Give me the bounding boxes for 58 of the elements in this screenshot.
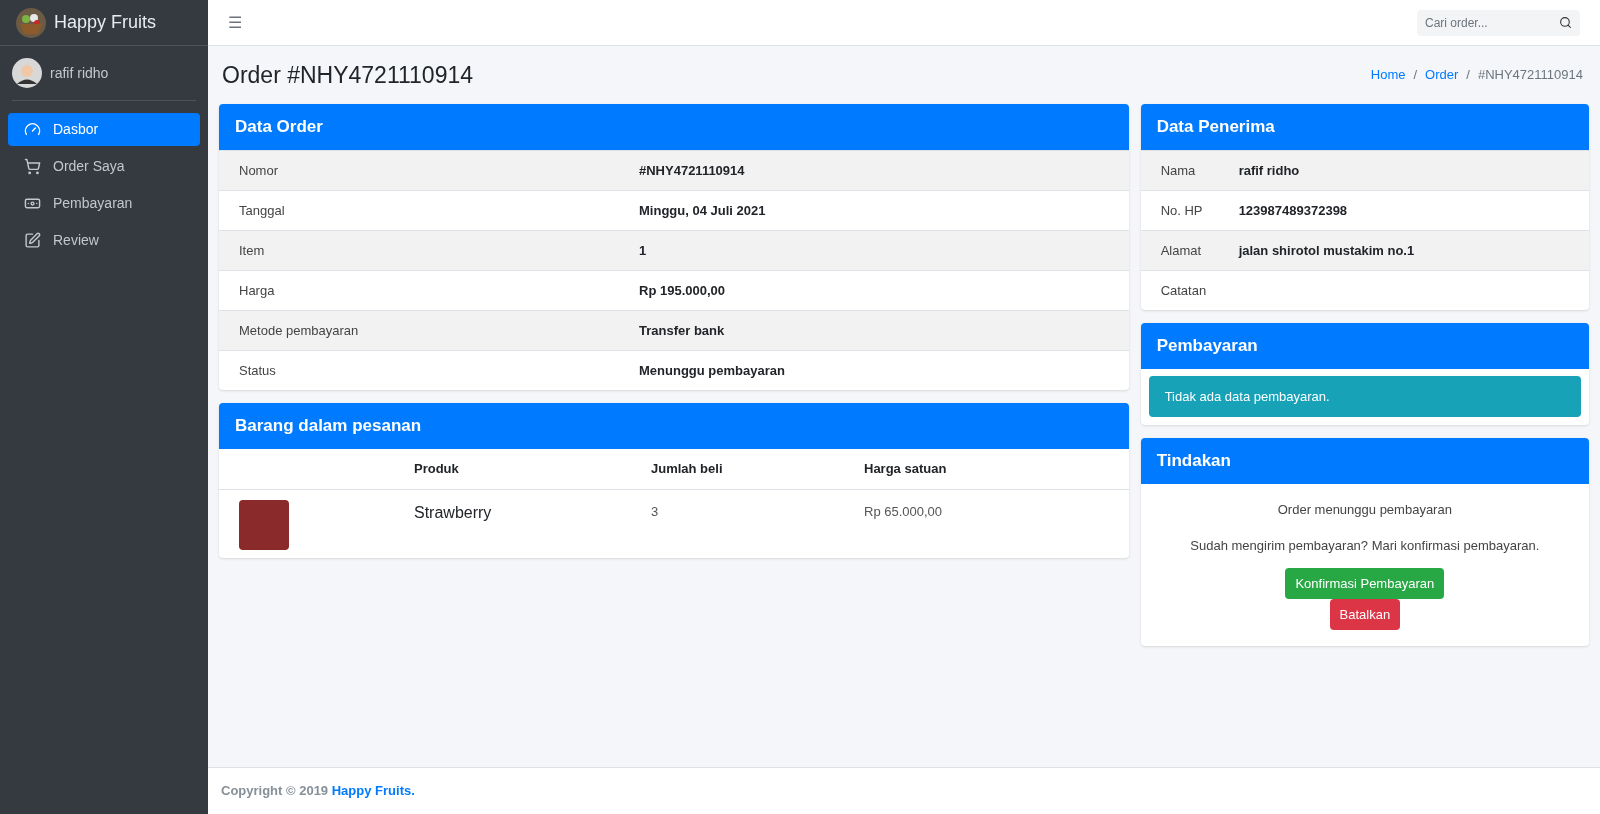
field-value: #NHY4721110914 [639, 161, 745, 180]
fruit-basket-logo [16, 7, 46, 38]
field-value: rafif ridho [1238, 161, 1300, 180]
copyright-text: Copyright © 2019 Happy Fruits. [221, 782, 415, 801]
info-alert: Tidak ada data pembayaran. [1148, 376, 1581, 417]
sidebar-item[interactable]: Pembayaran [8, 187, 200, 220]
card-title: Tindakan [1156, 450, 1231, 473]
product-name: Strawberry [414, 503, 493, 523]
sidebar-item[interactable]: Review [8, 224, 200, 257]
user-name: rafif ridho [50, 63, 109, 83]
card-title: Barang dalam pesanan [235, 415, 422, 438]
column-header: Jumlah beli [651, 460, 724, 479]
prompt-text: Sudah mengirim pembayaran? Mari konfirmasi pembayaran. [1190, 536, 1540, 555]
footer-link[interactable]: Happy Fruits. [331, 783, 415, 799]
field-value: Rp 195.000,00 [639, 281, 725, 300]
field-label: Nomor [238, 161, 279, 180]
table-cell-text: 3 [651, 503, 660, 521]
field-label: Metode pembayaran [238, 321, 360, 340]
brand-name: Happy Fruits [54, 11, 157, 34]
pen-square-icon [24, 232, 41, 249]
photo-placeholder [239, 500, 289, 550]
breadcrumb-link[interactable]: Order [1425, 65, 1459, 85]
field-value: Menunggu pembayaran [639, 361, 785, 380]
column-header: Produk [414, 460, 460, 479]
cart-icon [24, 158, 41, 175]
field-label: Status [238, 361, 277, 380]
table-cell-text: Rp 65.000,00 [864, 503, 943, 521]
page-title: Order #NHY4721110914 [222, 60, 474, 90]
field-label: Nama [1159, 161, 1197, 180]
cancel-button[interactable]: Batalkan [1329, 599, 1401, 630]
field-label: Tanggal [238, 201, 286, 220]
menu-button[interactable]: ☰ [228, 10, 242, 35]
column-header: Harga satuan [864, 460, 947, 479]
search-icon [1559, 15, 1572, 29]
card-title: Data Order [235, 116, 323, 139]
breadcrumb-separator: / [1413, 66, 1418, 85]
field-value: 1 [639, 241, 647, 260]
breadcrumb-link[interactable]: Home [1370, 65, 1406, 85]
field-value: Transfer bank [639, 321, 725, 340]
field-label: Harga [238, 281, 276, 300]
status-text: Order menunggu pembayaran [1277, 501, 1452, 519]
field-label: Item [238, 241, 266, 260]
sidebar-item[interactable]: Dasbor [8, 113, 200, 146]
breadcrumb-separator: / [1466, 66, 1470, 85]
field-label: Catatan [1159, 281, 1208, 300]
field-value: Minggu, 04 Juli 2021 [639, 201, 766, 220]
breadcrumb-current: #NHY4721110914 [1477, 66, 1583, 85]
card-title: Pembayaran [1156, 335, 1258, 358]
search-field[interactable]: Cari order... [1417, 9, 1580, 36]
gauge-icon [24, 121, 41, 138]
card-title: Data Penerima [1156, 116, 1275, 139]
avatar-icon [12, 58, 42, 88]
field-label: No. HP [1159, 201, 1204, 220]
field-label: Alamat [1159, 241, 1203, 260]
field-value: 123987489372398 [1238, 201, 1348, 220]
field-value: jalan shirotol mustakim no.1 [1238, 241, 1415, 260]
sidebar-item[interactable]: Order Saya [8, 150, 200, 183]
confirm-button[interactable]: Konfirmasi Pembayaran [1285, 568, 1445, 599]
